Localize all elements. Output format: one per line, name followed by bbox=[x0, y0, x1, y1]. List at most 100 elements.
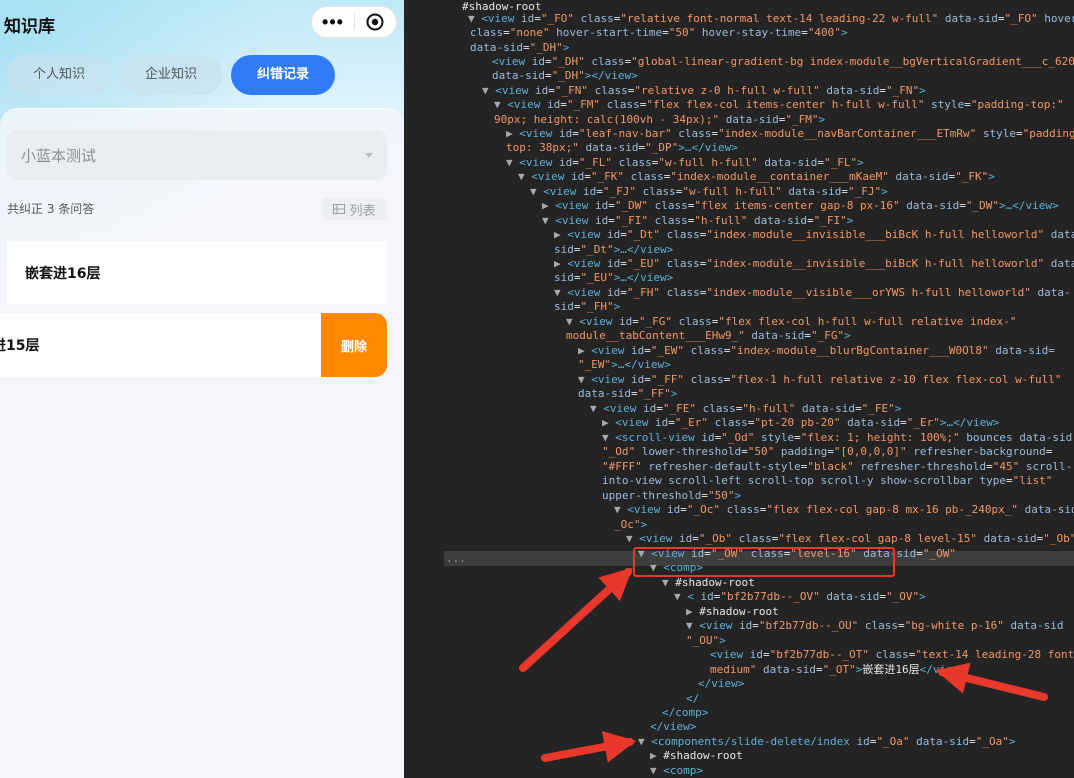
dom-node-line[interactable]: ▼ <view id="_FO" class="relative font-no… bbox=[468, 12, 1074, 27]
dom-node-line[interactable]: ▶ #shadow-root bbox=[650, 749, 743, 764]
collapse-triangle-icon[interactable]: ▼ bbox=[506, 156, 519, 169]
dom-node-line[interactable]: <view id="bf2b77db--_OT" class="text-14 … bbox=[710, 648, 1074, 663]
dom-node-line[interactable]: data-sid="_FF"> bbox=[578, 387, 677, 402]
dom-node-line[interactable]: ▼ <view id="_FK" class="index-module__co… bbox=[518, 170, 995, 185]
list-item[interactable]: 嵌套进16层 bbox=[7, 241, 387, 304]
dom-node-line[interactable]: sid="_EU">…</view> bbox=[554, 271, 673, 286]
tab-enterprise-knowledge[interactable]: 企业知识 bbox=[119, 55, 224, 95]
dom-node-line[interactable]: ▼ <view id="_FL" class="w-full h-full" d… bbox=[506, 156, 864, 171]
collapse-triangle-icon[interactable]: ▼ bbox=[590, 402, 603, 415]
collapse-triangle-icon[interactable]: ▼ bbox=[494, 98, 507, 111]
dom-node-line[interactable]: 90px; height: calc(100vh - 34px);" data-… bbox=[494, 113, 825, 128]
dom-node-line[interactable]: ▶ <view id="_Dt" class="index-module__in… bbox=[554, 228, 1074, 243]
collapse-triangle-icon[interactable]: ▼ bbox=[566, 315, 579, 328]
expand-triangle-icon[interactable]: ▶ bbox=[554, 228, 567, 241]
dom-node-line[interactable]: ▼ < id="bf2b77db--_OV" data-sid="_OV"> bbox=[674, 590, 926, 605]
phone-preview: 知识库 ••• 个人知识 企业知识 纠错记录 小蓝本测试 共纠正 3 条问答 列… bbox=[0, 0, 404, 778]
close-miniprogram-icon[interactable] bbox=[355, 13, 396, 31]
dom-node-line[interactable]: ▼ <view id="_FM" class="flex flex-col it… bbox=[494, 98, 1064, 113]
list-item-swiped[interactable]: 套进15层 bbox=[0, 313, 321, 377]
dom-node-line[interactable]: ▼ <view id="_FN" class="relative z-0 h-f… bbox=[482, 84, 926, 99]
dom-node-line[interactable]: data-sid="_DH"></view> bbox=[492, 69, 638, 84]
dom-node-line[interactable]: </view> bbox=[698, 677, 744, 692]
dom-node-line[interactable]: ▼ <view id="_Oc" class="flex flex-col ga… bbox=[614, 503, 1074, 518]
collapse-triangle-icon[interactable]: ▼ bbox=[686, 619, 699, 632]
collapse-triangle-icon[interactable]: ▼ bbox=[626, 532, 639, 545]
dom-node-line[interactable]: ▼ <view id="_FH" class="index-module__vi… bbox=[554, 286, 1071, 301]
dom-node-line[interactable]: upper-threshold="50"> bbox=[602, 489, 741, 504]
knowledge-base-select[interactable]: 小蓝本测试 bbox=[7, 130, 387, 180]
collapse-triangle-icon[interactable]: ▼ bbox=[482, 84, 495, 97]
annotation-highlight-box bbox=[633, 547, 895, 577]
collapse-triangle-icon[interactable]: ▼ bbox=[542, 214, 555, 227]
tab-personal-knowledge[interactable]: 个人知识 bbox=[7, 55, 112, 95]
correction-count: 共纠正 3 条问答 bbox=[7, 202, 95, 216]
dom-node-line[interactable]: sid="_FH"> bbox=[554, 300, 620, 315]
dom-node-line[interactable]: _Oc"> bbox=[614, 518, 647, 533]
dom-node-line[interactable]: ▼ <view id="_FF" class="flex-1 h-full re… bbox=[578, 373, 1062, 388]
list-icon bbox=[333, 204, 346, 214]
dom-node-line[interactable]: ▼ <comp> bbox=[650, 764, 703, 778]
dom-node-line[interactable]: sid="_Dt">…</view> bbox=[554, 243, 673, 258]
expand-triangle-icon[interactable]: ▶ bbox=[650, 749, 663, 762]
dom-node-line[interactable]: ▶ <view id="leaf-nav-bar" class="index-m… bbox=[506, 127, 1074, 142]
dom-node-line[interactable]: </comp> bbox=[662, 706, 708, 721]
dom-node-line[interactable]: ▼ <view id="_Ob" class="flex flex-col ga… bbox=[626, 532, 1074, 547]
list-item-text: 套进15层 bbox=[0, 338, 40, 354]
expand-triangle-icon[interactable]: ▶ bbox=[506, 127, 519, 140]
collapse-triangle-icon[interactable]: ▼ bbox=[518, 170, 531, 183]
expand-triangle-icon[interactable]: ▶ bbox=[578, 344, 591, 357]
list-view-button[interactable]: 列表 bbox=[322, 198, 387, 220]
dom-node-line[interactable]: "#FFF" refresher-default-style="black" r… bbox=[602, 460, 1072, 475]
delete-button[interactable]: 删除 bbox=[321, 313, 387, 377]
dom-node-line[interactable]: "_EW">…</view> bbox=[578, 358, 671, 373]
dom-node-line[interactable]: ▼ <scroll-view id="_Od" style="flex: 1; … bbox=[602, 431, 1072, 446]
dom-node-line[interactable]: ▼ <view id="_FE" class="h-full" data-sid… bbox=[590, 402, 901, 417]
dom-node-line[interactable]: ▼ #shadow-root bbox=[662, 576, 755, 591]
collapse-triangle-icon[interactable]: ▼ bbox=[614, 503, 627, 516]
dom-node-line[interactable]: ▶ #shadow-root bbox=[686, 605, 779, 620]
collapse-triangle-icon[interactable]: ▼ bbox=[674, 590, 687, 603]
dom-node-line[interactable]: ▶ <view id="_EU" class="index-module__in… bbox=[554, 257, 1074, 272]
dom-node-line[interactable]: </ bbox=[686, 692, 699, 707]
dom-node-line[interactable]: </view> bbox=[650, 720, 696, 735]
list-item-text: 嵌套进16层 bbox=[25, 265, 101, 282]
collapse-triangle-icon[interactable]: ▼ bbox=[578, 373, 591, 386]
dom-node-line[interactable]: "_OU"> bbox=[686, 634, 726, 649]
collapse-triangle-icon[interactable]: ▼ bbox=[662, 576, 675, 589]
dom-node-line[interactable]: module__tabContent___EHw9_" data-sid="_F… bbox=[566, 329, 851, 344]
dom-node-line[interactable]: ▼ <components/slide-delete/index id="_Oa… bbox=[638, 735, 1016, 750]
tab-correction-records[interactable]: 纠错记录 bbox=[231, 55, 336, 95]
dom-node-line[interactable]: ▶ <view id="_DW" class="flex items-cente… bbox=[542, 199, 1059, 214]
expand-triangle-icon[interactable]: ▶ bbox=[554, 257, 567, 270]
dom-node-line[interactable]: ▶ <view id="_EW" class="index-module__bl… bbox=[578, 344, 1055, 359]
dom-node-line[interactable]: data-sid="_DH"> bbox=[470, 41, 569, 56]
collapse-triangle-icon[interactable]: ▼ bbox=[468, 12, 481, 25]
tab-bar: 个人知识 企业知识 纠错记录 bbox=[7, 55, 336, 95]
collapse-triangle-icon[interactable]: ▼ bbox=[530, 185, 543, 198]
dom-node-line[interactable]: class="none" hover-start-time="50" hover… bbox=[470, 26, 848, 41]
expand-triangle-icon[interactable]: ▶ bbox=[602, 416, 615, 429]
dom-node-line[interactable]: <view id="_DH" class="global-linear-grad… bbox=[492, 55, 1074, 70]
expand-triangle-icon[interactable]: ▶ bbox=[686, 605, 699, 618]
dom-node-line[interactable]: ▶ <view id="_Er" class="pt-20 pb-20" dat… bbox=[602, 416, 999, 431]
collapse-triangle-icon[interactable]: ▼ bbox=[554, 286, 567, 299]
page-title: 知识库 bbox=[4, 17, 55, 37]
dom-node-line[interactable]: ▼ <view id="bf2b77db--_OU" class="bg-whi… bbox=[686, 619, 1064, 634]
gutter-ellipsis[interactable]: ... bbox=[446, 552, 466, 565]
dom-node-line[interactable]: ▼ <view id="_FI" class="h-full" data-sid… bbox=[542, 214, 853, 229]
more-icon[interactable]: ••• bbox=[312, 7, 354, 37]
panel-divider bbox=[404, 0, 444, 778]
dom-node-line[interactable]: ▼ <view id="_FG" class="flex flex-col h-… bbox=[566, 315, 1016, 330]
expand-triangle-icon[interactable]: ▶ bbox=[542, 199, 555, 212]
dom-node-line[interactable]: top: 38px;" data-sid="_DP">…</view> bbox=[506, 141, 738, 156]
dom-node-line[interactable]: into-view scroll-left scroll-top scroll-… bbox=[602, 474, 1052, 489]
collapse-triangle-icon[interactable]: ▼ bbox=[638, 735, 651, 748]
dom-node-line[interactable]: ▼ <view id="_FJ" class="w-full h-full" d… bbox=[530, 185, 888, 200]
list-view-label: 列表 bbox=[349, 203, 376, 219]
dom-node-line[interactable]: "_Od" lower-threshold="50" padding="[0,0… bbox=[602, 445, 1052, 460]
dom-node-line[interactable]: medium" data-sid="_OT">嵌套进16层</view> bbox=[710, 663, 966, 678]
chevron-down-icon bbox=[365, 152, 373, 158]
collapse-triangle-icon[interactable]: ▼ bbox=[650, 764, 663, 777]
collapse-triangle-icon[interactable]: ▼ bbox=[602, 431, 615, 444]
